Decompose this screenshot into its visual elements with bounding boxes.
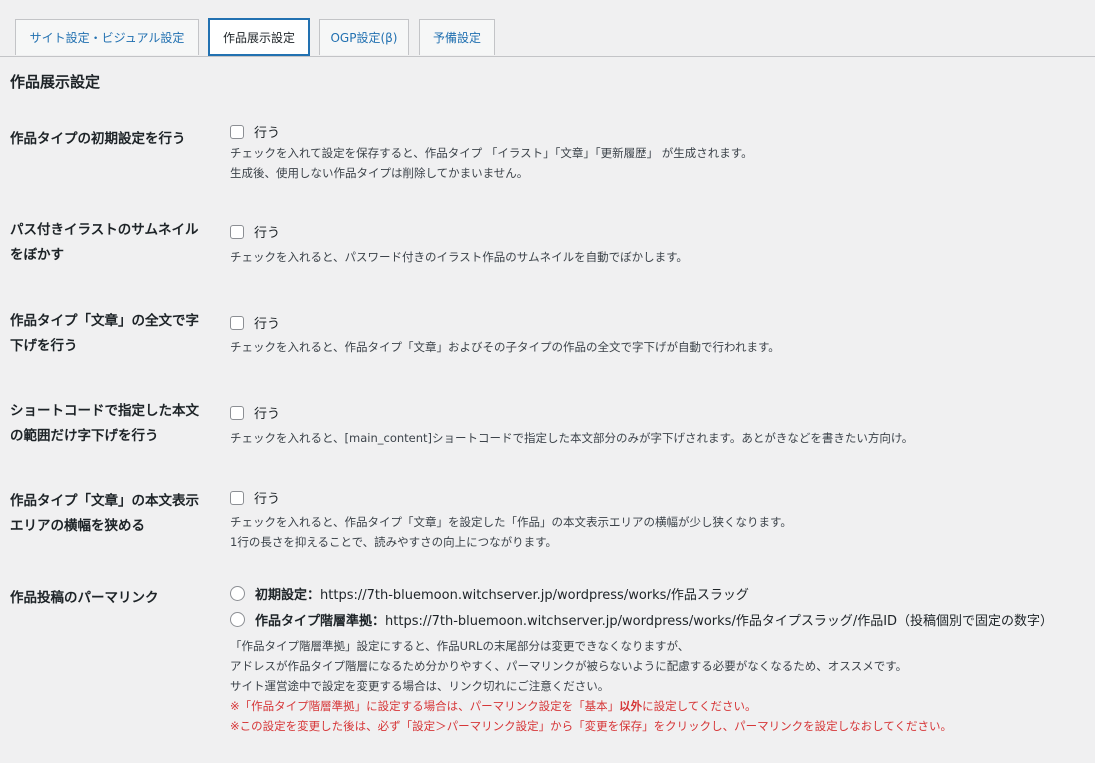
radio-option-url: https://7th-bluemoon.witchserver.jp/word… <box>385 614 1054 629</box>
row-label-narrow-width: 作品タイプ「文章」の本文表示 エリアの横幅を狭める <box>10 489 215 539</box>
description-line: チェックを入れると、作品タイプ「文章」およびその子タイプの作品の全文で字下げが自… <box>230 340 780 354</box>
row-description-indent-text: チェックを入れると、作品タイプ「文章」およびその子タイプの作品の全文で字下げが自… <box>230 337 780 357</box>
narrow-width-checkbox-option[interactable]: 行う <box>230 488 280 507</box>
row-label-line: パス付きイラストのサムネイル <box>10 222 199 238</box>
permalink-default-radio-option[interactable]: 初期設定： https://7th-bluemoon.witchserver.j… <box>230 584 749 603</box>
row-label-line: をぼかす <box>10 247 64 263</box>
checkbox[interactable] <box>230 405 244 420</box>
description-line: チェックを入れると、[main_content]ショートコードで指定した本文部分… <box>230 431 914 445</box>
description-line: アドレスが作品タイプ階層になるため分かりやすく、パーマリンクが被らないように配慮… <box>230 659 908 673</box>
checkbox-label: 行う <box>254 407 281 422</box>
row-label-line: の範囲だけ字下げを行う <box>10 428 159 444</box>
row-label-permalink: 作品投稿のパーマリンク <box>10 586 215 611</box>
description-line: サイト運営途中で設定を変更する場合は、リンク切れにご注意ください。 <box>230 679 610 693</box>
description-line: チェックを入れると、パスワード付きのイラスト作品のサムネイルを自動でぼかします。 <box>230 250 688 264</box>
row-description-narrow-width: チェックを入れると、作品タイプ「文章」を設定した「作品」の本文表示エリアの横幅が… <box>230 512 792 552</box>
blur-thumbnail-checkbox-option[interactable]: 行う <box>230 222 280 241</box>
row-description-permalink: 「作品タイプ階層準拠」設定にすると、作品URLの末尾部分は変更できなくなりますが… <box>230 636 952 736</box>
row-label-shortcode-indent: ショートコードで指定した本文 の範囲だけ字下げを行う <box>10 399 215 449</box>
description-line: チェックを入れて設定を保存すると、作品タイプ 「イラスト」「文章」「更新履歴」 … <box>230 146 753 160</box>
page-title: 作品展示設定 <box>10 73 101 91</box>
tab-spare-settings[interactable]: 予備設定 <box>419 19 495 55</box>
row-label-line: 作品タイプの初期設定を行う <box>10 131 186 147</box>
checkbox[interactable] <box>230 124 244 139</box>
radio-button[interactable] <box>230 586 245 601</box>
row-label-line: ショートコードで指定した本文 <box>10 403 199 419</box>
permalink-warning-2: ※この設定を変更した後は、必ず「設定＞パーマリンク設定」から「変更を保存」をクリ… <box>230 719 952 733</box>
shortcode-indent-checkbox-option[interactable]: 行う <box>230 403 280 422</box>
row-label-indent-text: 作品タイプ「文章」の全文で字 下げを行う <box>10 309 215 359</box>
checkbox[interactable] <box>230 224 244 239</box>
warning-text: ※「作品タイプ階層準拠」に設定する場合は、パーマリンク設定を「基本」 <box>230 699 620 713</box>
description-line: 生成後、使用しない作品タイプは削除してかまいません。 <box>230 166 529 180</box>
radio-option-name: 作品タイプ階層準拠： <box>255 614 386 629</box>
row-label-initial-type: 作品タイプの初期設定を行う <box>10 127 215 152</box>
checkbox-label: 行う <box>254 226 281 241</box>
tab-ogp-settings[interactable]: OGP設定(β) <box>319 19 409 55</box>
row-description-blur-thumbnail: チェックを入れると、パスワード付きのイラスト作品のサムネイルを自動でぼかします。 <box>230 247 688 267</box>
initial-type-checkbox-option[interactable]: 行う <box>230 122 280 141</box>
radio-option-url: https://7th-bluemoon.witchserver.jp/word… <box>320 588 749 603</box>
description-line: チェックを入れると、作品タイプ「文章」を設定した「作品」の本文表示エリアの横幅が… <box>230 515 792 529</box>
row-label-line: 作品タイプ「文章」の本文表示 <box>10 493 199 509</box>
row-description-shortcode-indent: チェックを入れると、[main_content]ショートコードで指定した本文部分… <box>230 428 913 448</box>
tab-work-display-settings[interactable]: 作品展示設定 <box>208 18 310 56</box>
row-label-line: 作品タイプ「文章」の全文で字 <box>10 313 199 329</box>
radio-button[interactable] <box>230 612 245 627</box>
indent-text-checkbox-option[interactable]: 行う <box>230 313 280 332</box>
description-line: 1行の長さを抑えることで、読みやすさの向上につながります。 <box>230 535 558 549</box>
row-label-line: 作品投稿のパーマリンク <box>10 590 159 606</box>
row-description-initial-type: チェックを入れて設定を保存すると、作品タイプ 「イラスト」「文章」「更新履歴」 … <box>230 143 753 183</box>
permalink-warning-1: ※「作品タイプ階層準拠」に設定する場合は、パーマリンク設定を「基本」以外に設定し… <box>230 696 952 716</box>
tab-bar: サイト設定・ビジュアル設定 作品展示設定 OGP設定(β) 予備設定 <box>0 0 1095 57</box>
warning-text: に設定してください。 <box>642 699 757 713</box>
radio-option-name: 初期設定： <box>255 588 321 603</box>
row-label-blur-thumbnail: パス付きイラストのサムネイル をぼかす <box>10 218 215 268</box>
row-label-line: エリアの横幅を狭める <box>10 518 145 534</box>
checkbox-label: 行う <box>254 126 281 141</box>
warning-emphasis: 以外 <box>619 699 643 713</box>
checkbox-label: 行う <box>254 317 281 332</box>
row-label-line: 下げを行う <box>10 338 78 354</box>
tab-site-visual-settings[interactable]: サイト設定・ビジュアル設定 <box>15 19 199 55</box>
checkbox[interactable] <box>230 490 244 505</box>
checkbox[interactable] <box>230 315 244 330</box>
checkbox-label: 行う <box>254 492 281 507</box>
description-line: 「作品タイプ階層準拠」設定にすると、作品URLの末尾部分は変更できなくなりますが… <box>230 639 690 653</box>
permalink-hierarchy-radio-option[interactable]: 作品タイプ階層準拠： https://7th-bluemoon.witchser… <box>230 610 1053 629</box>
